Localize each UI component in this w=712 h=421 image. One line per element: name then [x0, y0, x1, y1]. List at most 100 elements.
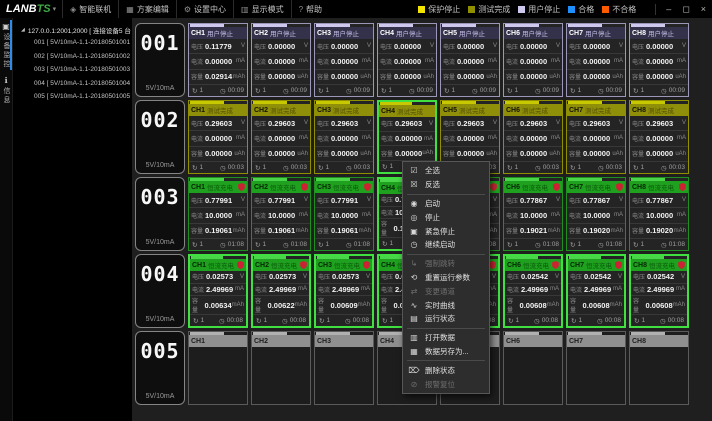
channel-card-005-ch3[interactable]: CH3电压电流容量: [314, 331, 374, 405]
context-menu-item-2[interactable]: ☒反选: [403, 178, 489, 192]
channel-card-005-ch2[interactable]: CH2电压电流容量: [251, 331, 311, 405]
context-menu-item-10[interactable]: ∿实时曲线: [403, 298, 489, 312]
channel-card-002-ch2[interactable]: CH2测试完成电压0.29603V电流0.00000mA容量0.00000uAh…: [251, 100, 311, 174]
channel-card-004-ch7[interactable]: CH7恒流充电电压0.02542V电流2.49969mA容量0.00608mAh…: [566, 254, 626, 328]
context-menu-item-6[interactable]: ◷继续启动: [403, 238, 489, 252]
context-menu-item-4[interactable]: ◎停止: [403, 210, 489, 224]
current-row: 电流10.0000mA: [504, 208, 562, 223]
device-display-004[interactable]: 0045V/10mA: [135, 254, 185, 328]
channel-card-002-ch6[interactable]: CH6测试完成电压0.29603V电流0.00000mA容量0.00000uAh…: [503, 100, 563, 174]
menu-item-3[interactable]: ⚙设置中心: [176, 0, 233, 18]
channel-card-005-ch1[interactable]: CH1电压电流容量: [188, 331, 248, 405]
channel-card-001-ch4[interactable]: CH4用户停止电压0.00000V电流0.00000mA容量0.00000uAh…: [377, 23, 437, 97]
side-tab-1[interactable]: ▣设备监控: [0, 18, 12, 72]
time-value: 00:09: [606, 87, 622, 94]
tree-device-node-1[interactable]: 001 [ 5V/10mA-1.1-20180501001 ]: [13, 36, 132, 50]
channel-card-002-ch1[interactable]: CH1测试完成电压0.29603V电流0.00000mA容量0.00000uAh…: [188, 100, 248, 174]
logo-caret-icon[interactable]: ▾: [53, 5, 57, 13]
loop-count: ↻1: [192, 241, 203, 249]
tree-root-node[interactable]: ◢ 127.0.0.1:2001,2000 [ 连接设备5 台 ]: [13, 23, 132, 36]
voltage-label: 电压: [507, 272, 519, 281]
capacity-value: 0.00000: [268, 72, 297, 81]
channel-card-004-ch1[interactable]: CH1恒流充电电压0.02573V电流2.49969mA容量0.00634mAh…: [188, 254, 248, 328]
context-menu-item-3[interactable]: ◉启动: [403, 197, 489, 211]
channel-card-003-ch8[interactable]: CH8恒流充电电压0.77867V电流10.0000mA容量0.19020mAh…: [629, 177, 689, 251]
minimize-button[interactable]: –: [666, 4, 671, 14]
channel-readings: 电压0.02573V电流2.49969mA容量0.00622mAh: [253, 271, 309, 315]
tree-device-node-4[interactable]: 004 [ 5V/10mA-1.1-20180501004 ]: [13, 77, 132, 91]
channel-card-001-ch6[interactable]: CH6用户停止电压0.00000V电流0.00000mA容量0.00000uAh…: [503, 23, 563, 97]
channel-card-003-ch3[interactable]: CH3恒流充电电压0.77991V电流10.0000mA容量0.19061mAh…: [314, 177, 374, 251]
channel-card-003-ch6[interactable]: CH6恒流充电电压0.77867V电流10.0000mA容量0.19021mAh…: [503, 177, 563, 251]
channel-card-004-ch3[interactable]: CH3恒流充电电压0.02573V电流2.49969mA容量0.00609mAh…: [314, 254, 374, 328]
elapsed-time: ◷00:03: [661, 164, 685, 172]
channel-card-001-ch8[interactable]: CH8用户停止电压0.00000V电流0.00000mA容量0.00000uAh…: [629, 23, 689, 97]
context-menu-item-13[interactable]: ▦数据另存为...: [403, 345, 489, 359]
channel-status-label: 测试完成: [522, 105, 548, 115]
close-button[interactable]: ×: [701, 4, 706, 14]
tree-expander-icon[interactable]: ◢: [21, 27, 25, 33]
emergency-stop-icon: ▣: [408, 227, 420, 236]
context-menu-item-12[interactable]: ▥打开数据: [403, 331, 489, 345]
loop-count: ↻1: [633, 87, 644, 95]
channel-card-003-ch7[interactable]: CH7恒流充电电压0.77867V电流10.0000mA容量0.19020mAh…: [566, 177, 626, 251]
capacity-row: 容量0.00000uAh: [567, 70, 625, 85]
menu-item-2[interactable]: ▦方案编辑: [118, 0, 176, 18]
channel-card-002-ch3[interactable]: CH3测试完成电压0.29603V电流0.00000mA容量0.00000uAh…: [314, 100, 374, 174]
tree-device-node-2[interactable]: 002 [ 5V/10mA-1.1-20180501002 ]: [13, 50, 132, 64]
context-menu-item-5[interactable]: ▣紧急停止: [403, 224, 489, 238]
context-menu-item-14[interactable]: ⌦删除状态: [403, 363, 489, 377]
channel-card-004-ch8[interactable]: CH8恒流充电电压0.02542V电流2.49969mA容量0.00608mAh…: [629, 254, 689, 328]
loop-icon: ↻: [507, 87, 512, 95]
current-row: 电流0.00000mA: [315, 54, 373, 69]
capacity-unit: uAh: [675, 74, 686, 80]
current-label: 电流: [192, 285, 204, 294]
menu-item-4[interactable]: ▥显示模式: [233, 0, 291, 18]
capacity-unit: uAh: [360, 151, 371, 157]
channel-card-002-ch8[interactable]: CH8测试完成电压0.29603V电流0.00000mA容量0.00000uAh…: [629, 100, 689, 174]
channel-card-005-ch6[interactable]: CH6电压电流容量: [503, 331, 563, 405]
channel-card-001-ch3[interactable]: CH3用户停止电压0.00000V电流0.00000mA容量0.00000uAh…: [314, 23, 374, 97]
menu-item-5[interactable]: ?帮助: [291, 0, 329, 18]
channel-card-001-ch2[interactable]: CH2用户停止电压0.00000V电流0.00000mA容量0.00000uAh…: [251, 23, 311, 97]
side-tab-2[interactable]: ℹ信息: [0, 72, 12, 108]
channel-card-004-ch6[interactable]: CH6恒流充电电压0.02542V电流2.49969mA容量0.00608mAh…: [503, 254, 563, 328]
voltage-value: 0.77991: [205, 196, 241, 205]
voltage-value: 0.29603: [583, 119, 619, 128]
channel-card-002-ch7[interactable]: CH7测试完成电压0.29603V电流0.00000mA容量0.00000uAh…: [566, 100, 626, 174]
capacity-value: 0.00608: [520, 301, 547, 310]
channel-readings: 电压0.77867V电流10.0000mA容量0.19020mAh: [630, 193, 688, 239]
channel-footer: ↻1◷00:09: [504, 85, 562, 96]
current-unit: mA: [488, 58, 497, 64]
context-menu-item-8[interactable]: ⟲重置运行参数: [403, 271, 489, 285]
channel-card-005-ch7[interactable]: CH7电压电流容量: [566, 331, 626, 405]
menu-item-1[interactable]: ◈智能联机: [62, 0, 118, 18]
device-display-005[interactable]: 0055V/10mA: [135, 331, 185, 405]
channel-card-004-ch2[interactable]: CH2恒流充电电压0.02573V电流2.49969mA容量0.00622mAh…: [251, 254, 311, 328]
current-unit: mA: [424, 136, 433, 142]
channel-card-003-ch1[interactable]: CH1恒流充电电压0.77991V电流10.0000mA容量0.19061mAh…: [188, 177, 248, 251]
channel-card-001-ch7[interactable]: CH7用户停止电压0.00000V电流0.00000mA容量0.00000uAh…: [566, 23, 626, 97]
legend-label: 用户停止: [528, 4, 560, 15]
tree-device-node-3[interactable]: 003 [ 5V/10mA-1.1-20180501003 ]: [13, 63, 132, 77]
capacity-unit: uAh: [234, 151, 245, 157]
capacity-value: 0.00609: [331, 301, 358, 310]
loop-icon: ↻: [570, 87, 575, 95]
device-display-002[interactable]: 0025V/10mA: [135, 100, 185, 174]
context-menu-item-11[interactable]: ▤运行状态: [403, 312, 489, 326]
current-unit: mA: [299, 212, 308, 218]
tree-device-node-5[interactable]: 005 [ 5V/10mA-1.1-20180501005 ]: [13, 90, 132, 104]
channel-card-001-ch1[interactable]: CH1用户停止电压0.11779V电流0.00000mA容量0.02914mAh…: [188, 23, 248, 97]
channel-card-003-ch2[interactable]: CH2恒流充电电压0.77991V电流10.0000mA容量0.19061mAh…: [251, 177, 311, 251]
channel-footer: ↻1◷00:08: [505, 315, 561, 326]
channel-card-001-ch5[interactable]: CH5用户停止电压0.00000V电流0.00000mA容量0.00000uAh…: [440, 23, 500, 97]
current-row: 电流0.00000mA: [189, 54, 247, 69]
voltage-unit: V: [619, 43, 623, 49]
maximize-button[interactable]: ◻: [682, 4, 689, 15]
device-display-001[interactable]: 0015V/10mA: [135, 23, 185, 97]
capacity-row: 容量0.00000uAh: [441, 70, 499, 85]
context-menu-item-1[interactable]: ☑全选: [403, 164, 489, 178]
channel-card-005-ch8[interactable]: CH8电压电流容量: [629, 331, 689, 405]
capacity-label: 容量: [317, 72, 329, 81]
device-display-003[interactable]: 0035V/10mA: [135, 177, 185, 251]
